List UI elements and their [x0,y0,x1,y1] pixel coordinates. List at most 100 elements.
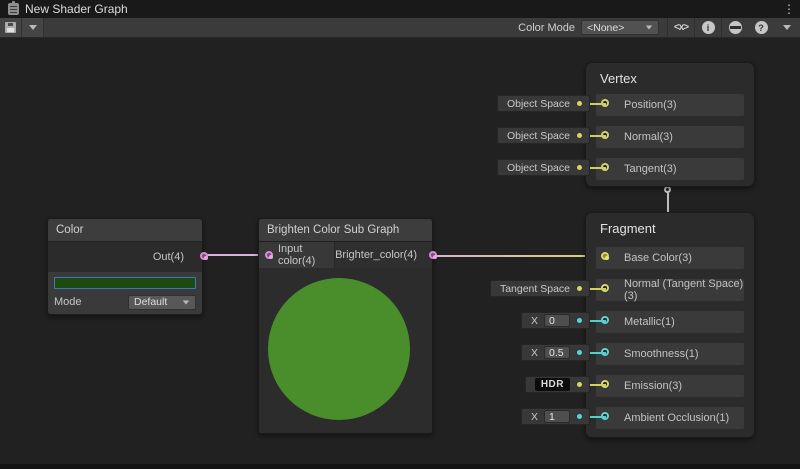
window-bottom-edge [0,464,800,469]
metallic-value-pill[interactable]: X 0 [521,312,590,329]
smoothness-label: Smoothness(1) [624,348,699,360]
metallic-value-field[interactable]: 0 [544,314,570,327]
save-asset-button[interactable] [0,18,22,37]
vertex-row-tangent[interactable]: Tangent(3) [596,158,744,180]
ambient-occlusion-value-pill[interactable]: X 1 [521,408,590,425]
fragment-row-normal-ts[interactable]: Normal (Tangent Space)(3) [596,279,744,301]
base-color-port[interactable] [601,252,609,260]
preview-sphere-icon [729,21,742,34]
normal-space-label: Object Space [507,130,570,142]
chevron-down-icon [783,25,791,30]
subgraph-node-title: Brighten Color Sub Graph [267,224,399,236]
x-component-label: X [531,315,538,327]
smoothness-value-field[interactable]: 0.5 [544,346,570,359]
color-mode-select[interactable]: Default [128,295,196,310]
brighter-color-port[interactable] [429,251,437,259]
port-dot-icon [577,101,582,106]
chevron-down-icon [646,26,652,30]
ambient-occlusion-value-field[interactable]: 1 [544,410,570,423]
tangent-space-label: Tangent Space [500,283,570,295]
info-icon: i [702,21,715,34]
normal-ts-label: Normal (Tangent Space)(3) [624,278,744,302]
x-component-label: X [531,347,538,359]
normal-ts-space-pill[interactable]: Tangent Space [490,280,590,297]
save-options-dropdown-button[interactable] [22,18,44,37]
color-out-label: Out(4) [153,251,184,263]
tangent-label: Tangent(3) [624,163,677,175]
color-out-row: Out(4) [48,242,202,272]
preview-sphere [268,278,410,420]
fragment-row-smoothness[interactable]: Smoothness(1) [596,343,744,365]
color-mode-label: Color Mode [518,22,575,34]
help-button[interactable]: ? [748,18,774,37]
fragment-row-metallic[interactable]: Metallic(1) [596,311,744,333]
help-icon: ? [755,21,768,34]
port-dot-icon [577,382,582,387]
color-mode-value: <None> [587,22,624,34]
color-swatch-field[interactable] [54,277,196,289]
inspector-toggle-button[interactable]: i [695,18,721,37]
metallic-label: Metallic(1) [624,316,675,328]
context-link-line [667,192,669,214]
hdr-color-field[interactable]: HDR [535,378,570,391]
color-node-controls: Mode Default [48,272,202,314]
chevron-down-icon [183,300,189,304]
shader-graph-window: New Shader Graph ⋮ Color Mode <None> <x>… [0,0,800,469]
position-label: Position(3) [624,99,677,111]
show-generated-code-button[interactable]: <x> [668,18,694,37]
shader-graph-asset-icon [8,3,19,15]
emission-label: Emission(3) [624,380,682,392]
context-link-top-dot [664,186,671,193]
port-dot-icon [577,414,582,419]
port-dot-icon [577,318,582,323]
color-mode-dropdown[interactable]: <None> [581,20,659,35]
toolbar: Color Mode <None> <x> i ? [0,18,800,38]
chevron-down-icon [29,25,37,30]
vertex-row-position[interactable]: Position(3) [596,94,744,116]
normal-space-pill[interactable]: Object Space [497,127,590,144]
port-dot-icon [577,133,582,138]
subgraph-preview[interactable] [259,268,432,433]
color-node[interactable]: Color Out(4) Mode Default [47,218,203,315]
mode-value: Default [134,296,167,308]
save-icon [5,22,16,33]
tangent-space-pill[interactable]: Object Space [497,159,590,176]
normal-label: Normal(3) [624,131,673,143]
vertex-node[interactable]: Vertex Position(3) Normal(3) Tangent(3) [585,62,755,187]
color-out-port[interactable] [200,252,208,260]
tangent-space-label: Object Space [507,162,570,174]
subgraph-port-row: Input color(4) Brighter_color(4) [259,242,432,268]
input-color-label: Input color(4) [278,243,334,267]
master-preview-toggle-button[interactable] [722,18,748,37]
ambient-occlusion-label: Ambient Occlusion(1) [624,412,729,424]
position-space-label: Object Space [507,98,570,110]
port-dot-icon [577,350,582,355]
vertex-row-normal[interactable]: Normal(3) [596,126,744,148]
fragment-row-ambient-occlusion[interactable]: Ambient Occlusion(1) [596,407,744,429]
color-node-header[interactable]: Color [48,219,202,242]
fragment-row-emission[interactable]: Emission(3) [596,375,744,397]
more-options-button[interactable] [774,18,800,37]
brighter-color-label: Brighter_color(4) [335,249,417,261]
kebab-menu-icon[interactable]: ⋮ [783,1,795,17]
title-bar: New Shader Graph ⋮ [0,0,800,18]
color-node-title: Color [56,224,83,236]
port-dot-icon [577,286,582,291]
wire-brighter-color-to-base-color[interactable] [427,255,605,257]
port-dot-icon [577,165,582,170]
mode-label: Mode [54,296,82,308]
fragment-node[interactable]: Fragment Base Color(3) Normal (Tangent S… [585,212,755,438]
smoothness-value-pill[interactable]: X 0.5 [521,344,590,361]
brighten-color-subgraph-node[interactable]: Brighten Color Sub Graph Input color(4) … [258,218,433,434]
position-space-pill[interactable]: Object Space [497,95,590,112]
input-color-port[interactable] [265,251,273,259]
code-icon: <x> [674,22,688,33]
subgraph-node-header[interactable]: Brighten Color Sub Graph [259,219,432,242]
fragment-row-base-color[interactable]: Base Color(3) [596,247,744,269]
subgraph-output-slot[interactable]: Brighter_color(4) [335,242,432,268]
window-title: New Shader Graph [25,2,128,16]
base-color-label: Base Color(3) [624,252,692,264]
x-component-label: X [531,411,538,423]
emission-hdr-pill[interactable]: HDR [525,376,590,393]
vertex-node-title: Vertex [586,63,754,86]
